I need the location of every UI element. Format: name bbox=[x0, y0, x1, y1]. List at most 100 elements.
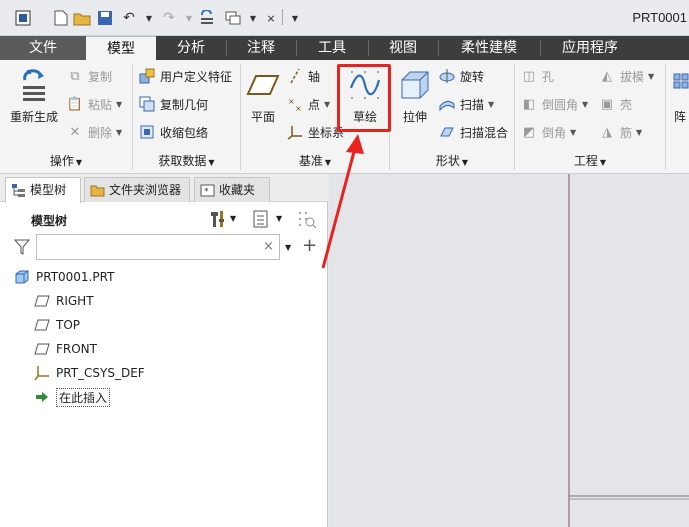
windows-dropdown-icon[interactable]: ▼ bbox=[244, 9, 262, 27]
pattern-button[interactable]: 阵 bbox=[670, 68, 689, 125]
shrinkwrap-button[interactable]: 收缩包络 bbox=[138, 122, 208, 142]
paste-button[interactable]: 📋 粘贴 ▼ bbox=[66, 94, 122, 114]
draft-button[interactable]: ◭ 拔模 ▼ bbox=[598, 66, 654, 86]
show-dropdown-icon[interactable]: ▼ bbox=[276, 214, 282, 223]
engineering-group-text: 工程 bbox=[573, 154, 598, 168]
swept-blend-label: 扫描混合 bbox=[460, 125, 509, 140]
settings-dropdown-icon[interactable]: ▼ bbox=[230, 214, 236, 223]
tab-folder-browser[interactable]: 文件夹浏览器 bbox=[84, 177, 190, 202]
filter-dropdown-icon[interactable]: ▼ bbox=[285, 243, 291, 252]
round-button[interactable]: ◧ 倒圆角 ▼ bbox=[520, 94, 588, 114]
tab-tools[interactable]: 工具 bbox=[296, 36, 368, 60]
customize-qat-icon[interactable]: ▼ bbox=[286, 9, 304, 27]
tab-model-tree[interactable]: 模型树 bbox=[5, 177, 81, 203]
copy-geometry-icon bbox=[138, 95, 156, 113]
model-tree-icon bbox=[11, 182, 26, 197]
undo-dropdown-icon[interactable]: ▼ bbox=[140, 9, 158, 27]
tab-model[interactable]: 模型 bbox=[86, 36, 156, 60]
rib-dropdown-icon[interactable]: ▼ bbox=[636, 128, 642, 137]
engineering-group-label[interactable]: 工程 ▼ bbox=[515, 152, 665, 170]
operations-group-label[interactable]: 操作 ▼ bbox=[0, 152, 132, 170]
datum-plane-icon bbox=[34, 341, 50, 357]
tab-file[interactable]: 文件 bbox=[0, 36, 86, 60]
tree-item-label: PRT_CSYS_DEF bbox=[56, 366, 145, 380]
funnel-icon[interactable] bbox=[13, 238, 31, 259]
extrude-button[interactable]: 拉伸 bbox=[396, 68, 434, 125]
tab-annotate[interactable]: 注释 bbox=[226, 36, 296, 60]
datum-plane-icon bbox=[246, 68, 280, 102]
svg-text:×: × bbox=[288, 97, 295, 106]
tree-item-csys[interactable]: PRT_CSYS_DEF bbox=[34, 362, 145, 384]
tab-applications[interactable]: 应用程序 bbox=[540, 36, 640, 60]
shapes-group-label[interactable]: 形状 ▼ bbox=[390, 152, 514, 170]
delete-button[interactable]: ✕ 删除 ▼ bbox=[66, 122, 123, 142]
sweep-icon bbox=[438, 95, 456, 113]
draft-dropdown-icon[interactable]: ▼ bbox=[648, 72, 654, 81]
add-filter-icon[interactable]: + bbox=[302, 235, 317, 256]
tab-analysis[interactable]: 分析 bbox=[156, 36, 226, 60]
udf-button[interactable]: 用户定义特征 bbox=[138, 66, 232, 86]
shrinkwrap-label: 收缩包络 bbox=[160, 125, 209, 140]
save-icon[interactable] bbox=[96, 9, 114, 27]
windows-icon[interactable] bbox=[224, 9, 242, 27]
tree-item-insert-here[interactable]: 在此插入 bbox=[34, 386, 111, 408]
revolve-label: 旋转 bbox=[460, 69, 485, 84]
chamfer-dropdown-icon[interactable]: ▼ bbox=[570, 128, 576, 137]
tab-view[interactable]: 视图 bbox=[368, 36, 438, 60]
paste-dropdown-icon[interactable]: ▼ bbox=[116, 100, 122, 109]
tree-item-part[interactable]: PRT0001.PRT bbox=[14, 266, 114, 288]
delete-dropdown-icon[interactable]: ▼ bbox=[116, 128, 122, 137]
graphics-window[interactable] bbox=[329, 174, 689, 527]
quick-access-toolbar: ↶ ▼ ↷ ▼ ▼ ⨯ ▼ PRT0001 bbox=[0, 0, 689, 36]
round-dropdown-icon[interactable]: ▼ bbox=[582, 100, 588, 109]
shell-button[interactable]: ▣ 壳 bbox=[598, 94, 632, 114]
tree-item-front[interactable]: FRONT bbox=[34, 338, 97, 360]
swept-blend-button[interactable]: 扫描混合 bbox=[438, 122, 508, 142]
regenerate-button[interactable]: 重新生成 bbox=[8, 68, 60, 125]
close-window-icon[interactable]: ⨯ bbox=[262, 9, 280, 27]
udf-label: 用户定义特征 bbox=[160, 69, 233, 84]
insert-arrow-icon bbox=[34, 389, 50, 405]
rib-icon: ◮ bbox=[602, 124, 612, 140]
revolve-button[interactable]: 旋转 bbox=[438, 66, 484, 86]
get-data-group-label[interactable]: 获取数据 ▼ bbox=[133, 152, 240, 170]
window-icon[interactable] bbox=[14, 9, 32, 27]
tree-item-top[interactable]: TOP bbox=[34, 314, 80, 336]
sweep-dropdown-icon[interactable]: ▼ bbox=[488, 100, 494, 109]
axis-label: 轴 bbox=[308, 69, 321, 84]
draft-icon: ◭ bbox=[602, 68, 612, 84]
tab-folder-browser-label: 文件夹浏览器 bbox=[109, 183, 182, 197]
graphics-canvas bbox=[568, 174, 689, 527]
sweep-button[interactable]: 扫描 ▼ bbox=[438, 94, 494, 114]
tab-favorites[interactable]: * 收藏夹 bbox=[194, 177, 270, 202]
new-file-icon[interactable] bbox=[52, 9, 70, 27]
tree-search-input[interactable] bbox=[36, 234, 280, 260]
plane-button[interactable]: 平面 bbox=[244, 68, 282, 125]
pattern-icon bbox=[670, 68, 689, 102]
clear-search-icon[interactable]: × bbox=[263, 239, 274, 254]
regenerate-small-icon[interactable] bbox=[198, 9, 216, 27]
round-label: 倒圆角 bbox=[542, 97, 579, 112]
chamfer-button[interactable]: ◩ 倒角 ▼ bbox=[520, 122, 576, 142]
copy-geometry-button[interactable]: 复制几何 bbox=[138, 94, 208, 114]
sketch-highlight-box bbox=[337, 64, 391, 132]
point-dropdown-icon[interactable]: ▼ bbox=[324, 100, 330, 109]
tab-flexible-modeling[interactable]: 柔性建模 bbox=[438, 36, 540, 60]
tree-filter-icon[interactable] bbox=[296, 209, 318, 229]
hole-button[interactable]: ◫ 孔 bbox=[520, 66, 554, 86]
settings-tools-icon[interactable] bbox=[208, 209, 230, 229]
datum-group-label[interactable]: 基准 ▼ bbox=[241, 152, 389, 170]
rib-button[interactable]: ◮ 筋 ▼ bbox=[598, 122, 642, 142]
copy-button[interactable]: ⧉ 复制 bbox=[66, 66, 112, 86]
tree-item-right[interactable]: RIGHT bbox=[34, 290, 94, 312]
point-button[interactable]: × × 点 ▼ bbox=[286, 94, 330, 114]
show-columns-icon[interactable] bbox=[252, 209, 270, 229]
hole-icon: ◫ bbox=[522, 68, 536, 84]
redo-dropdown-icon[interactable]: ▼ bbox=[180, 9, 198, 27]
axis-button[interactable]: 轴 bbox=[286, 66, 320, 86]
redo-icon[interactable]: ↷ bbox=[160, 9, 178, 27]
open-folder-icon[interactable] bbox=[73, 9, 91, 27]
undo-icon[interactable]: ↶ bbox=[120, 9, 138, 27]
csys-button[interactable]: 坐标系 bbox=[286, 122, 344, 142]
extrude-label: 拉伸 bbox=[402, 110, 427, 124]
